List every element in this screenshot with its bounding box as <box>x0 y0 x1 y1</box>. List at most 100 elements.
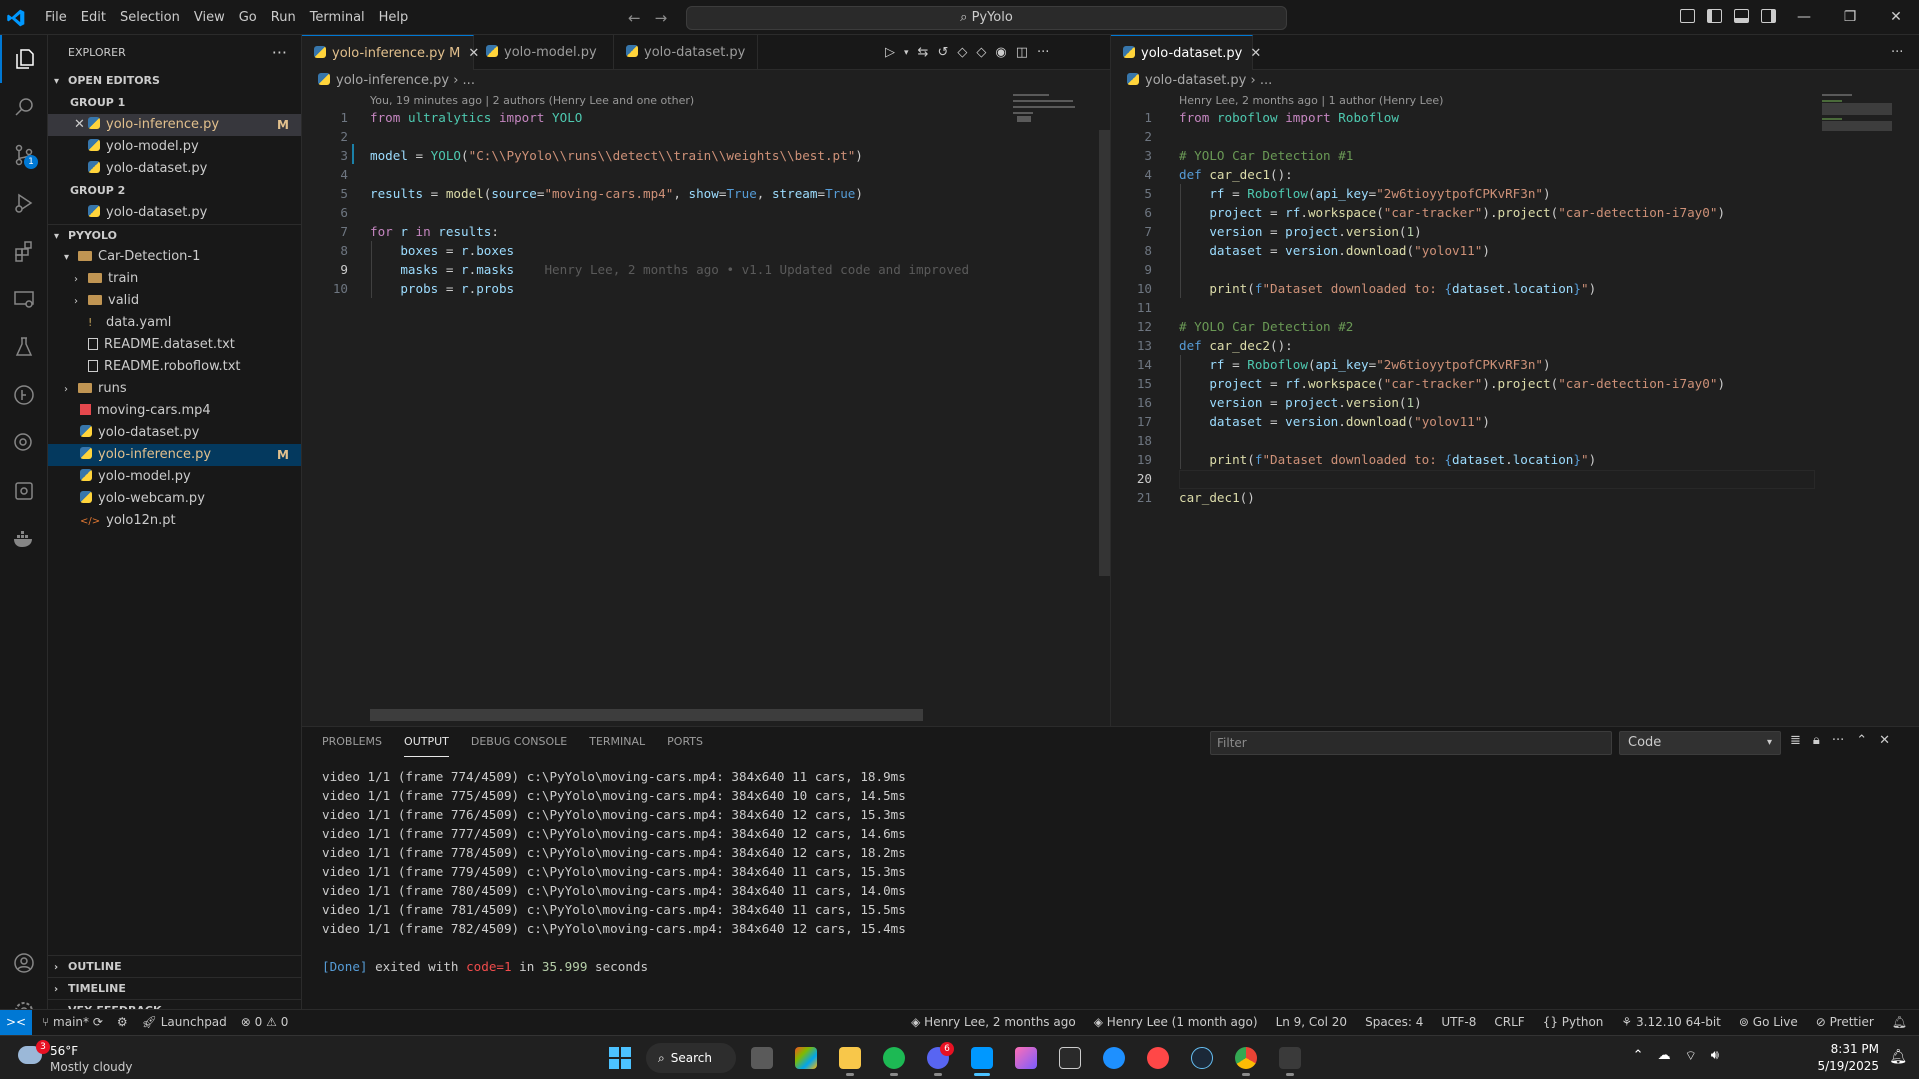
tree-file[interactable]: moving-cars.mp4 <box>48 400 301 422</box>
activity-run-debug[interactable] <box>0 179 48 227</box>
activity-source-control[interactable]: 1 <box>0 131 48 179</box>
remote-indicator-icon[interactable]: >< <box>0 1010 32 1035</box>
activity-gitlens[interactable] <box>0 371 48 419</box>
tree-file[interactable]: README.roboflow.txt <box>48 356 301 378</box>
horizontal-scrollbar[interactable] <box>370 709 923 721</box>
notifications-icon[interactable]: 🔔︎ <box>1889 1049 1907 1065</box>
toggle-panel-icon[interactable] <box>1734 9 1749 23</box>
discord-button[interactable]: 6 <box>920 1040 956 1076</box>
output-filter-input[interactable]: Filter <box>1210 731 1612 755</box>
onedrive-icon[interactable]: ☁ <box>1658 1048 1671 1064</box>
back-arrow-icon[interactable]: ← <box>628 9 655 27</box>
git-graph-icon[interactable]: ⚙ <box>117 1010 128 1035</box>
wifi-icon[interactable]: ⌔ <box>1685 1048 1697 1064</box>
epic-games-button[interactable] <box>1052 1040 1088 1076</box>
chrome-button[interactable] <box>1228 1040 1264 1076</box>
tab-ports[interactable]: PORTS <box>667 727 703 757</box>
vscode-button[interactable] <box>964 1040 1000 1076</box>
prettier-item[interactable]: ⊘ Prettier <box>1816 1010 1874 1035</box>
activity-project-manager[interactable] <box>0 467 48 515</box>
maximize-panel-icon[interactable]: ⌃ <box>1856 733 1867 748</box>
chevron-up-icon[interactable]: ⌃ <box>1633 1048 1644 1064</box>
toggle-secondary-sidebar-icon[interactable] <box>1761 9 1776 23</box>
compare-changes-icon[interactable]: ⇆ <box>918 45 929 60</box>
branch-item[interactable]: ⑂ main* ⟳ <box>42 1010 103 1035</box>
go-live-item[interactable]: ⊚ Go Live <box>1739 1010 1798 1035</box>
tab-problems[interactable]: PROBLEMS <box>322 727 382 757</box>
line-ending[interactable]: CRLF <box>1494 1010 1524 1035</box>
restore-icon[interactable]: ❐ <box>1827 0 1873 35</box>
tab-yolo-model[interactable]: yolo-model.py <box>474 35 614 70</box>
menu-run[interactable]: Run <box>264 0 303 35</box>
volume-icon[interactable]: 🔊︎ <box>1711 1048 1719 1064</box>
minimap-right[interactable] <box>1820 92 1900 132</box>
timeline-header[interactable]: › TIMELINE <box>48 977 301 999</box>
chevron-down-icon[interactable]: ▾ <box>904 48 909 58</box>
more-actions-icon[interactable]: ··· <box>1037 45 1049 60</box>
problems-item[interactable]: ⊗ 0 ⚠ 0 <box>241 1010 289 1035</box>
next-change-icon[interactable]: ◇ <box>976 45 986 60</box>
group2-header[interactable]: GROUP 2 <box>48 180 301 202</box>
tree-folder[interactable]: › runs <box>48 378 301 400</box>
weather-widget[interactable]: 3 56°F Mostly cloudy <box>14 1040 144 1076</box>
clock[interactable]: 8:31 PM 5/19/2025 <box>1817 1041 1879 1075</box>
run-icon[interactable]: ▷ <box>885 45 895 60</box>
minimize-icon[interactable]: — <box>1781 0 1827 35</box>
tab-yolo-inference[interactable]: yolo-inference.py M ✕ <box>302 35 479 70</box>
start-button[interactable] <box>602 1040 638 1076</box>
open-editors-header[interactable]: ▾ OPEN EDITORS <box>48 70 301 92</box>
output-log[interactable]: video 1/1 (frame 774/4509) c:\PyYolo\mov… <box>322 757 906 976</box>
language-mode[interactable]: {} Python <box>1543 1010 1604 1035</box>
indentation[interactable]: Spaces: 4 <box>1365 1010 1423 1035</box>
activity-explorer[interactable] <box>0 35 48 83</box>
close-panel-icon[interactable]: ✕ <box>1879 733 1890 748</box>
editor-split-divider[interactable] <box>1110 35 1111 726</box>
close-icon[interactable]: ✕ <box>1250 46 1261 61</box>
menu-terminal[interactable]: Terminal <box>303 0 372 35</box>
toggle-sidebar-icon[interactable] <box>1707 9 1722 23</box>
interpreter[interactable]: ⚘ 3.12.10 64-bit <box>1621 1010 1720 1035</box>
tree-file[interactable]: yolo-dataset.py <box>48 422 301 444</box>
tree-file[interactable]: yolo-model.py <box>48 466 301 488</box>
project-header[interactable]: ▾ PYYOLO <box>48 224 301 246</box>
menu-view[interactable]: View <box>187 0 232 35</box>
steam-button[interactable] <box>1184 1040 1220 1076</box>
close-icon[interactable]: ✕ <box>74 114 88 136</box>
clear-output-icon[interactable]: ≣ <box>1790 733 1801 748</box>
cursor-position[interactable]: Ln 9, Col 20 <box>1276 1010 1348 1035</box>
revert-icon[interactable]: ↺ <box>937 45 948 60</box>
activity-docker[interactable] <box>0 515 48 563</box>
forward-arrow-icon[interactable]: → <box>655 9 682 27</box>
menu-selection[interactable]: Selection <box>113 0 187 35</box>
tab-terminal[interactable]: TERMINAL <box>589 727 645 757</box>
menu-file[interactable]: File <box>38 0 74 35</box>
tree-folder[interactable]: › train <box>48 268 301 290</box>
activity-gitlens-inspect[interactable] <box>0 419 48 467</box>
tree-file[interactable]: ! data.yaml <box>48 312 301 334</box>
breadcrumb-label[interactable]: yolo-inference.py › ... <box>336 73 475 88</box>
activity-extensions[interactable] <box>0 227 48 275</box>
store-button[interactable] <box>788 1040 824 1076</box>
tab-debug-console[interactable]: DEBUG CONSOLE <box>471 727 567 757</box>
blame-item[interactable]: ◈ Henry Lee, 2 months ago <box>911 1010 1076 1035</box>
open-editor-item[interactable]: yolo-dataset.py <box>48 202 301 224</box>
tree-file[interactable]: README.dataset.txt <box>48 334 301 356</box>
spotify-button[interactable] <box>876 1040 912 1076</box>
previous-change-icon[interactable]: ◇ <box>957 45 967 60</box>
tree-folder[interactable]: › valid <box>48 290 301 312</box>
group1-header[interactable]: GROUP 1 <box>48 92 301 114</box>
activity-search[interactable] <box>0 83 48 131</box>
customize-layout-icon[interactable] <box>1680 9 1695 23</box>
minimap[interactable] <box>1009 92 1099 132</box>
open-editor-item[interactable]: ✕ yolo-inference.py M <box>48 114 301 136</box>
menu-help[interactable]: Help <box>372 0 416 35</box>
app-button[interactable] <box>1096 1040 1132 1076</box>
ea-button[interactable] <box>1140 1040 1176 1076</box>
lock-icon[interactable]: 🔒︎ <box>1813 733 1820 748</box>
tab-yolo-dataset-right[interactable]: yolo-dataset.py ✕ <box>1111 35 1261 70</box>
tree-file[interactable]: yolo-inference.py M <box>48 444 301 466</box>
split-editor-icon[interactable]: ◫ <box>1016 45 1028 60</box>
more-actions-icon[interactable]: ··· <box>1832 733 1844 748</box>
tab-output[interactable]: OUTPUT <box>404 727 449 757</box>
more-actions-icon[interactable]: ··· <box>1891 45 1903 60</box>
